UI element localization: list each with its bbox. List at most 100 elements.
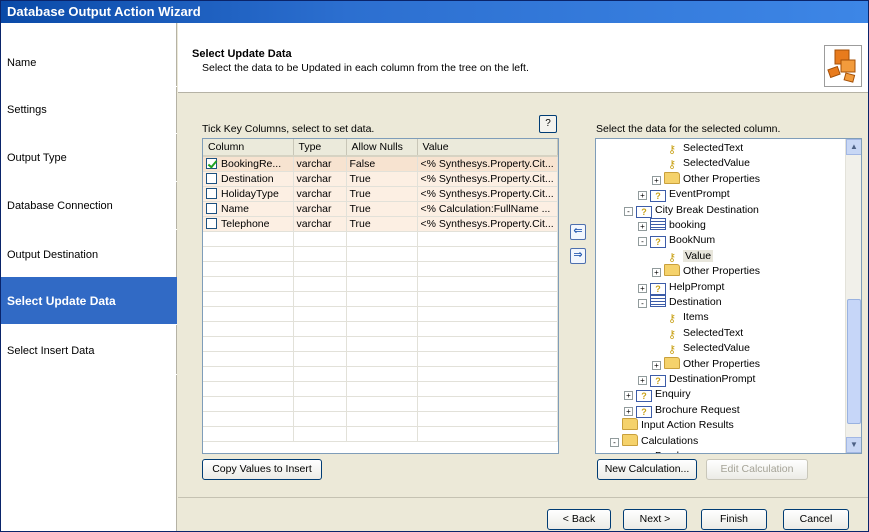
step-select-insert-data[interactable]: Select Insert Data: [1, 327, 177, 375]
cell-column[interactable]: Name: [203, 201, 294, 217]
cell-allow-nulls[interactable]: True: [346, 216, 418, 232]
cell-column[interactable]: Destination: [203, 171, 294, 187]
tree-node[interactable]: -? BookNum: [638, 233, 716, 249]
move-left-icon[interactable]: ⇐: [570, 224, 586, 240]
data-tree[interactable]: ⚷ SelectedText ⚷ SelectedValue + Other Proper…: [595, 138, 862, 454]
expand-icon[interactable]: +: [624, 391, 633, 401]
cell-value[interactable]: <% Synthesys.Property.Cit...: [417, 156, 558, 172]
move-right-icon[interactable]: ⇒: [570, 248, 586, 264]
step-name[interactable]: Name: [1, 39, 177, 87]
tree-node[interactable]: ⚷Brochure: [624, 449, 698, 453]
cell-column[interactable]: Telephone: [203, 216, 294, 232]
tree-node[interactable]: ⚷ SelectedText: [652, 141, 743, 156]
key-checkbox[interactable]: [206, 172, 217, 184]
tree-node[interactable]: + Other Properties: [652, 356, 760, 372]
tree-node[interactable]: Input Action Results: [610, 418, 734, 433]
cell-type[interactable]: varchar: [293, 216, 347, 232]
tree-scrollbar[interactable]: ▲ ▼: [845, 139, 861, 453]
collapse-icon[interactable]: -: [638, 299, 647, 308]
cell-allow-nulls[interactable]: False: [346, 156, 418, 172]
col-header-value[interactable]: Value: [417, 139, 558, 157]
back-button[interactable]: < Back: [547, 509, 611, 530]
step-output-type[interactable]: Output Type: [1, 134, 177, 182]
tree-node[interactable]: ⚷ SelectedValue: [652, 341, 750, 356]
table-row[interactable]: BookingRe... varchar False <% Synthesys.Pro…: [203, 156, 558, 172]
cell-allow-nulls[interactable]: True: [346, 201, 418, 217]
edit-calculation-button[interactable]: Edit Calculation: [706, 459, 808, 480]
prompt-icon: ?: [650, 375, 666, 387]
scroll-down-icon[interactable]: ▼: [846, 437, 861, 453]
table-row[interactable]: Name varchar True <% Calculation:FullName .…: [203, 201, 558, 217]
tree-node[interactable]: +? Brochure Request: [624, 403, 740, 418]
tree-node[interactable]: + Other Properties: [652, 264, 760, 279]
expand-icon[interactable]: +: [624, 406, 633, 416]
cell-column[interactable]: BookingRe...: [203, 156, 294, 172]
tree-node[interactable]: +? EventPrompt: [638, 187, 730, 203]
cell-type[interactable]: varchar: [293, 186, 347, 202]
cell-type[interactable]: varchar: [293, 156, 347, 172]
tree-node[interactable]: + Other Properties: [652, 171, 760, 187]
key-icon: ⚷: [667, 344, 677, 357]
collapse-icon[interactable]: -: [624, 206, 633, 216]
key-checkbox[interactable]: [206, 217, 217, 229]
expand-icon[interactable]: +: [638, 283, 647, 293]
cell-value[interactable]: <% Synthesys.Property.Cit...: [417, 171, 558, 187]
expand-icon[interactable]: +: [638, 376, 647, 385]
col-header-column[interactable]: Column: [203, 139, 294, 157]
cell-value[interactable]: <% Synthesys.Property.Cit...: [417, 186, 558, 202]
cell-allow-nulls[interactable]: True: [346, 186, 418, 202]
cell-value[interactable]: <% Calculation:FullName ...: [417, 201, 558, 217]
tree-node[interactable]: ⚷ Items: [652, 310, 709, 325]
cell-type[interactable]: varchar: [293, 201, 347, 217]
step-select-update-data[interactable]: Select Update Data: [1, 277, 177, 325]
expand-icon[interactable]: +: [652, 360, 661, 370]
tree-node[interactable]: ⚷ Value: [652, 249, 714, 264]
table-row[interactable]: Telephone varchar True <% Synthesys.Propert…: [203, 216, 558, 232]
expand-icon[interactable]: +: [652, 268, 661, 278]
copy-values-button[interactable]: Copy Values to Insert: [202, 459, 322, 480]
next-button[interactable]: Next >: [623, 509, 687, 530]
tree-node-label: BookNum: [669, 234, 716, 247]
table-row[interactable]: Destination varchar True <% Synthesys.Prope…: [203, 171, 558, 187]
step-output-destination[interactable]: Output Destination: [1, 231, 177, 279]
expand-icon[interactable]: +: [652, 175, 661, 185]
collapse-icon[interactable]: -: [638, 237, 647, 247]
expand-icon[interactable]: +: [638, 191, 647, 201]
tree-node[interactable]: - Destination: [638, 295, 722, 310]
scroll-up-icon[interactable]: ▲: [846, 139, 861, 155]
tree-node[interactable]: +? Enquiry: [624, 387, 691, 403]
expand-icon[interactable]: +: [638, 222, 647, 231]
collapse-icon[interactable]: -: [610, 437, 619, 447]
finish-button[interactable]: Finish: [701, 509, 767, 530]
empty-cell: [346, 426, 418, 442]
empty-cell: [346, 321, 418, 337]
scroll-thumb[interactable]: [847, 299, 861, 424]
tree-node[interactable]: +? DestinationPrompt: [638, 372, 755, 387]
cell-type[interactable]: varchar: [293, 171, 347, 187]
new-calculation-button[interactable]: New Calculation...: [597, 459, 697, 480]
cell-value[interactable]: <% Synthesys.Property.Cit...: [417, 216, 558, 232]
empty-row: [203, 351, 558, 367]
key-checkbox[interactable]: [206, 187, 217, 199]
col-header-type[interactable]: Type: [293, 139, 347, 157]
cell-allow-nulls[interactable]: True: [346, 171, 418, 187]
col-header-allow-nulls[interactable]: Allow Nulls: [346, 139, 418, 157]
tree-node[interactable]: +? HelpPrompt: [638, 280, 724, 295]
tree-node[interactable]: + booking: [638, 218, 706, 233]
key-checkbox[interactable]: [206, 157, 217, 169]
cell-column[interactable]: HolidayType: [203, 186, 294, 202]
tree-node-label: Items: [683, 311, 709, 324]
step-settings[interactable]: Settings: [1, 86, 177, 134]
key-checkbox[interactable]: [206, 202, 217, 214]
cancel-button[interactable]: Cancel: [783, 509, 849, 530]
tree-node[interactable]: - Calculations: [610, 433, 698, 449]
tree-node[interactable]: ⚷ SelectedText: [652, 326, 743, 341]
step-database-connection[interactable]: Database Connection: [1, 182, 177, 230]
tree-node[interactable]: ⚷ SelectedValue: [652, 156, 750, 171]
tree-node-label: booking: [669, 219, 706, 231]
help-button[interactable]: ?: [539, 115, 557, 133]
empty-cell: [293, 411, 347, 427]
empty-row: [203, 261, 558, 277]
tree-node[interactable]: -? City Break Destination: [624, 203, 759, 218]
table-row[interactable]: HolidayType varchar True <% Synthesys.Prope…: [203, 186, 558, 202]
